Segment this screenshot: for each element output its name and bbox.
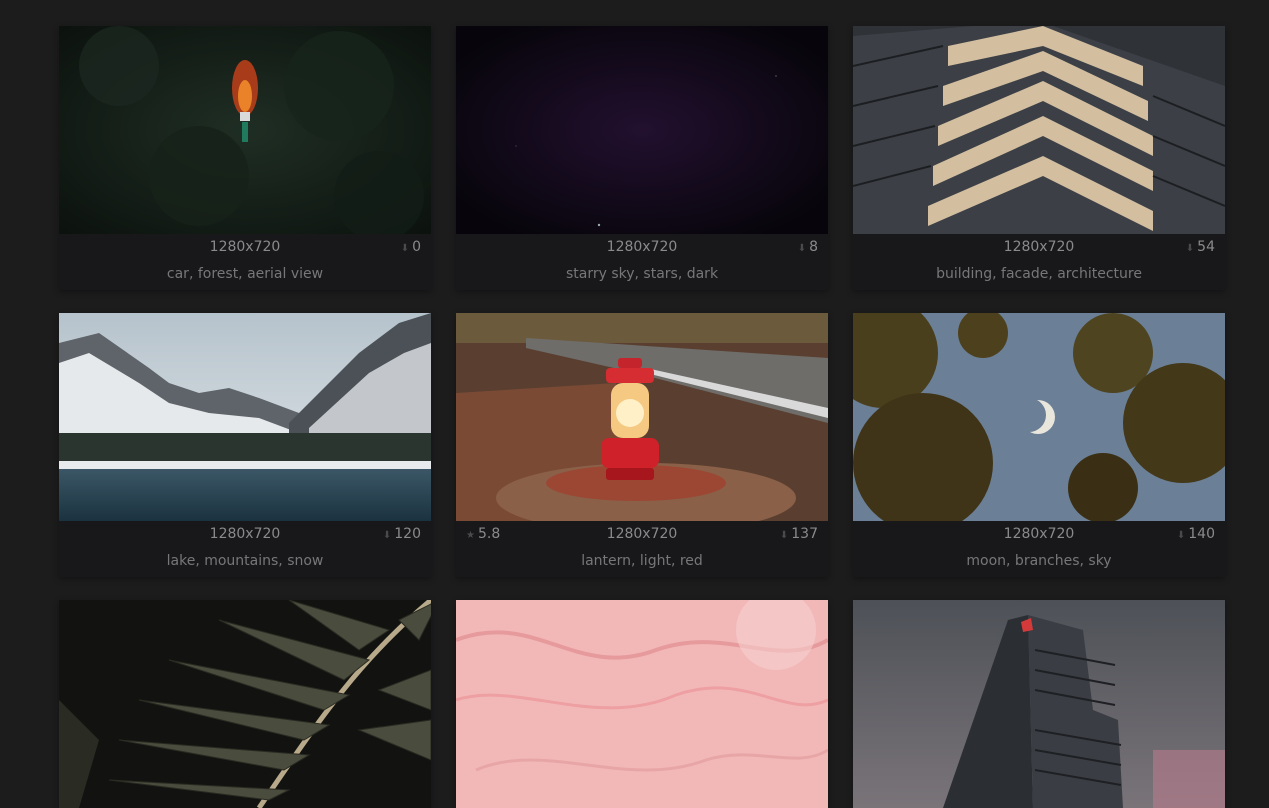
wallpaper-tags[interactable]: car, forest, aerial view (59, 261, 431, 290)
wallpaper-meta: 1280x720 ⬇ 0 (59, 234, 431, 261)
wallpaper-thumbnail-palm-leaf[interactable] (59, 600, 431, 808)
download-count: ⬇ 137 (780, 521, 818, 549)
wallpaper-tags[interactable]: lantern, light, red (456, 548, 828, 577)
rating-value: 5.8 (477, 526, 501, 542)
download-count: ⬇ 0 (401, 234, 421, 262)
wallpaper-thumbnail-red-lantern[interactable] (456, 313, 828, 521)
resolution-label: 1280x720 (1003, 526, 1075, 542)
rating: ★ 5.8 (466, 521, 500, 549)
resolution-label: 1280x720 (209, 526, 281, 542)
download-arrow-icon: ⬇ (1185, 243, 1195, 254)
download-count: ⬇ 120 (383, 521, 421, 549)
resolution-label: 1280x720 (606, 239, 678, 255)
wallpaper-thumbnail-skyscraper[interactable] (853, 600, 1225, 808)
wallpaper-meta: 1280x720 ⬇ 140 (853, 521, 1225, 548)
download-count: ⬇ 140 (1177, 521, 1215, 549)
resolution-label: 1280x720 (606, 526, 678, 542)
wallpaper-card: 1280x720 ⬇ 140 moon, branches, sky (853, 313, 1225, 577)
wallpaper-thumbnail-car-forest[interactable] (59, 26, 431, 234)
download-count-value: 137 (791, 526, 818, 542)
download-arrow-icon: ⬇ (400, 243, 410, 254)
wallpaper-tags[interactable]: starry sky, stars, dark (456, 261, 828, 290)
wallpaper-meta: 1280x720 ⬇ 8 (456, 234, 828, 261)
wallpaper-card: 1280x720 ⬇ 120 lake, mountains, snow (59, 313, 431, 577)
wallpaper-meta: 1280x720 ⬇ 120 (59, 521, 431, 548)
star-icon: ★ (466, 530, 475, 541)
wallpaper-card (59, 600, 431, 808)
wallpaper-tags[interactable]: lake, mountains, snow (59, 548, 431, 577)
download-count: ⬇ 8 (798, 234, 818, 262)
wallpaper-tags[interactable]: moon, branches, sky (853, 548, 1225, 577)
wallpaper-card: 1280x720 ⬇ 8 starry sky, stars, dark (456, 26, 828, 290)
download-count-value: 0 (412, 239, 421, 255)
wallpaper-grid: 1280x720 ⬇ 0 car, forest, aerial view 12… (59, 26, 1225, 808)
wallpaper-card: 1280x720 ⬇ 54 building, facade, architect… (853, 26, 1225, 290)
download-count-value: 8 (809, 239, 818, 255)
wallpaper-meta: ★ 5.8 1280x720 ⬇ 137 (456, 521, 828, 548)
wallpaper-card (853, 600, 1225, 808)
wallpaper-thumbnail-moon-branches[interactable] (853, 313, 1225, 521)
download-count-value: 54 (1197, 239, 1215, 255)
download-arrow-icon: ⬇ (382, 530, 392, 541)
download-arrow-icon: ⬇ (1176, 530, 1186, 541)
wallpaper-thumbnail-starry-sky[interactable] (456, 26, 828, 234)
download-count-value: 120 (394, 526, 421, 542)
wallpaper-thumbnail-building-facade[interactable] (853, 26, 1225, 234)
wallpaper-thumbnail-pink-marble[interactable] (456, 600, 828, 808)
wallpaper-card: ★ 5.8 1280x720 ⬇ 137 lantern, light, red (456, 313, 828, 577)
download-arrow-icon: ⬇ (779, 530, 789, 541)
wallpaper-meta: 1280x720 ⬇ 54 (853, 234, 1225, 261)
wallpaper-card: 1280x720 ⬇ 0 car, forest, aerial view (59, 26, 431, 290)
download-count-value: 140 (1188, 526, 1215, 542)
wallpaper-thumbnail-lake-mountains[interactable] (59, 313, 431, 521)
wallpaper-card (456, 600, 828, 808)
wallpaper-tags[interactable]: building, facade, architecture (853, 261, 1225, 290)
resolution-label: 1280x720 (209, 239, 281, 255)
download-arrow-icon: ⬇ (797, 243, 807, 254)
resolution-label: 1280x720 (1003, 239, 1075, 255)
download-count: ⬇ 54 (1186, 234, 1215, 262)
